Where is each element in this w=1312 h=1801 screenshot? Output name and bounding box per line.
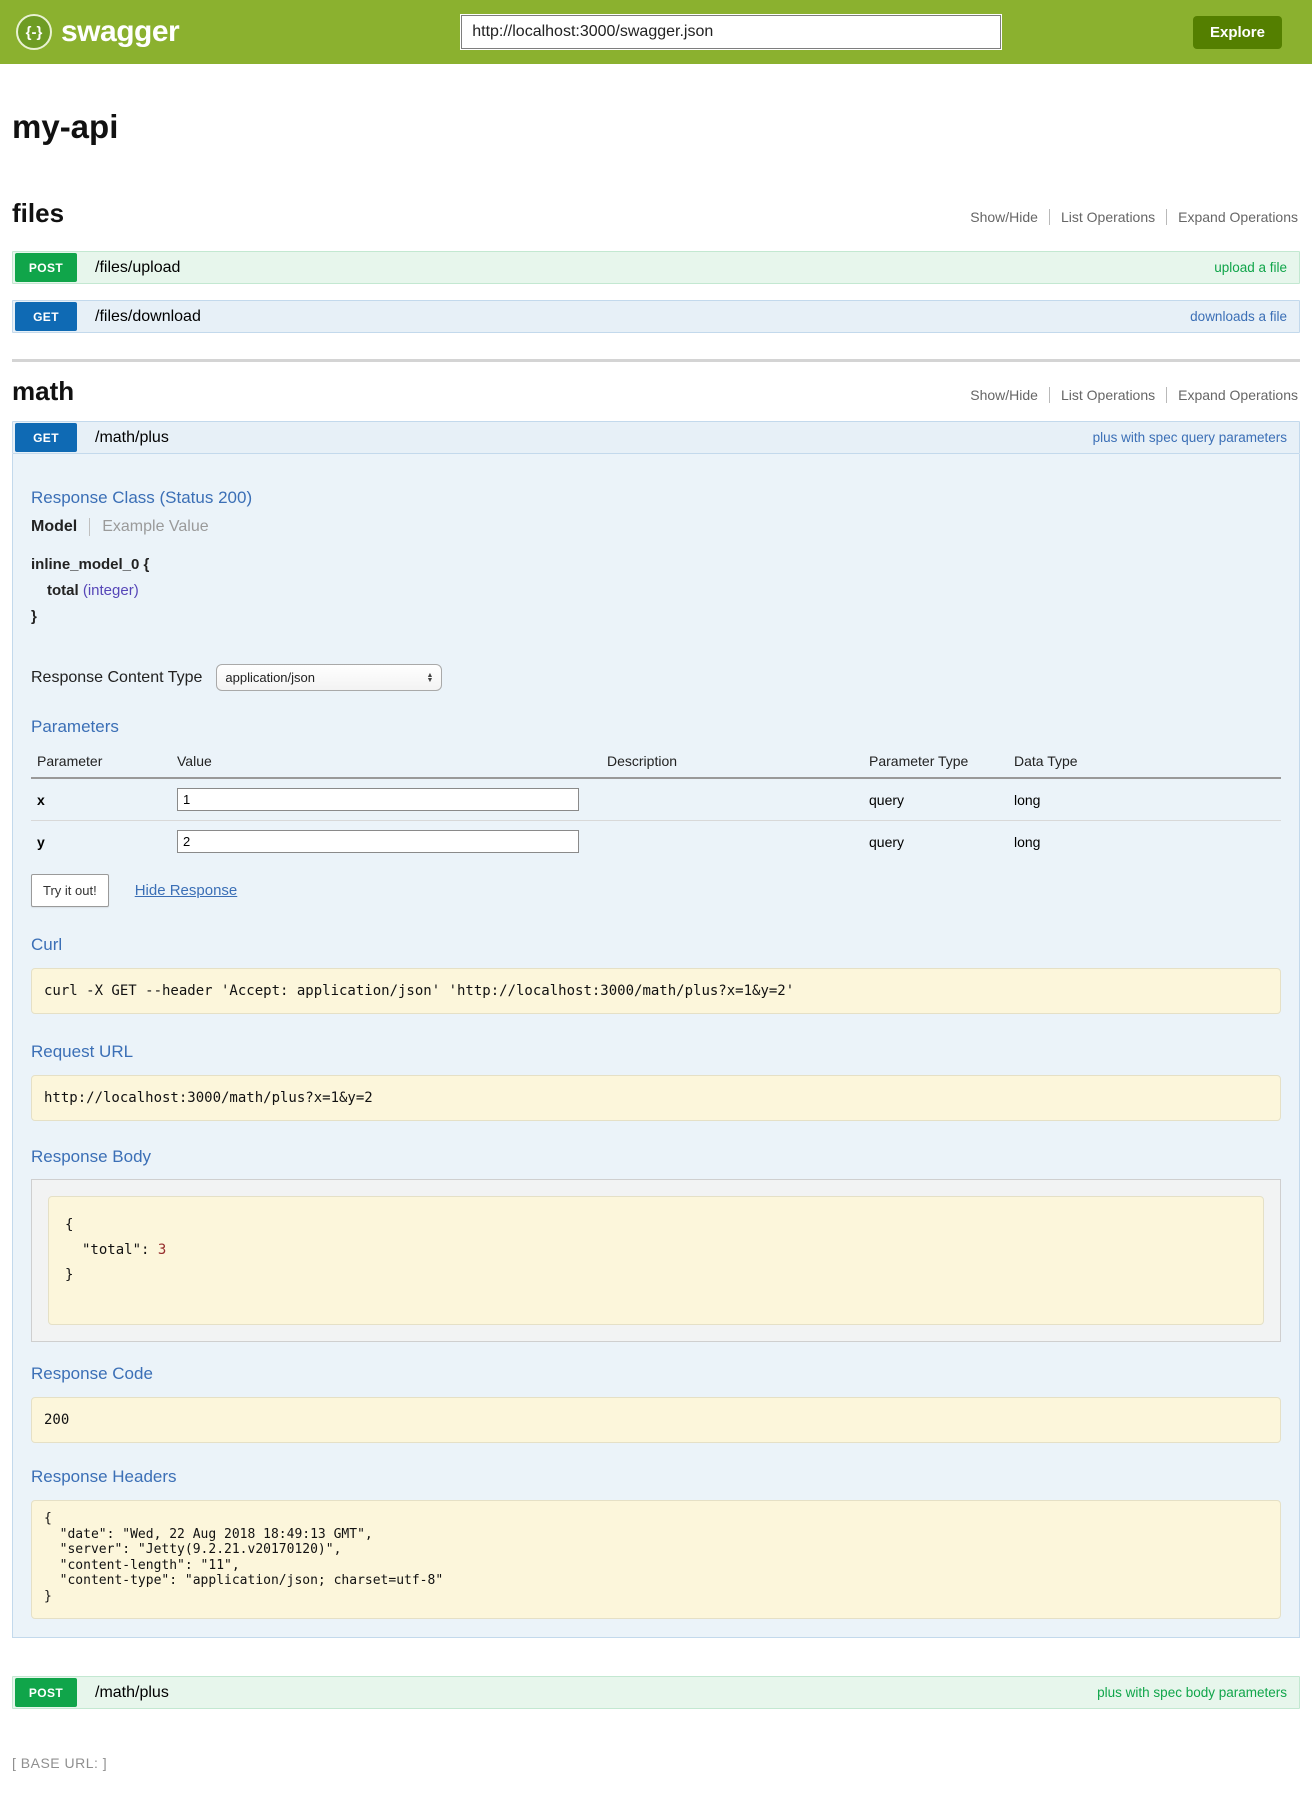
files-section-header: files Show/Hide List Operations Expand O… (12, 198, 1300, 229)
hide-response-link[interactable]: Hide Response (135, 882, 238, 899)
response-code-title: Response Code (31, 1364, 1281, 1384)
show-hide-link[interactable]: Show/Hide (959, 387, 1049, 403)
model-tabs: Model Example Value (31, 518, 1281, 536)
endpoint-row-files-download[interactable]: GET /files/download downloads a file (12, 300, 1300, 333)
model-property-type: (integer) (83, 582, 139, 599)
curl-command: curl -X GET --header 'Accept: applicatio… (31, 968, 1281, 1014)
table-row-param-x: x query long (31, 778, 1281, 821)
expand-operations-link[interactable]: Expand Operations (1166, 387, 1300, 403)
response-code-value: 200 (31, 1397, 1281, 1443)
param-data-type: long (1008, 821, 1281, 863)
endpoint-path[interactable]: /math/plus (95, 1684, 169, 1702)
parameters-table-header-row: Parameter Value Description Parameter Ty… (31, 745, 1281, 778)
curl-title: Curl (31, 935, 1281, 955)
operation-content: Response Class (Status 200) Model Exampl… (12, 454, 1300, 1638)
list-operations-link[interactable]: List Operations (1049, 209, 1166, 225)
param-name: y (31, 821, 171, 863)
param-description (601, 821, 863, 863)
select-stepper-icon: ▲▼ (426, 673, 433, 683)
model-property: total (integer) (31, 578, 1281, 604)
json-close-brace: } (65, 1267, 73, 1283)
json-open-brace: { (65, 1217, 73, 1233)
endpoint-row-files-upload[interactable]: POST /files/upload upload a file (12, 251, 1300, 284)
request-url-title: Request URL (31, 1042, 1281, 1062)
expand-operations-link[interactable]: Expand Operations (1166, 209, 1300, 225)
swagger-logo[interactable]: {-} swagger (16, 14, 179, 50)
col-header-parameter-type: Parameter Type (863, 745, 1008, 778)
try-row: Try it out! Hide Response (31, 874, 1281, 907)
param-type: query (863, 821, 1008, 863)
files-section-links: Show/Hide List Operations Expand Operati… (959, 209, 1300, 225)
json-key: "total" (82, 1242, 141, 1258)
method-badge-post: POST (15, 1678, 77, 1707)
param-type: query (863, 778, 1008, 821)
response-content-type-label: Response Content Type (31, 669, 202, 687)
col-header-value: Value (171, 745, 601, 778)
col-header-description: Description (601, 745, 863, 778)
try-it-out-button[interactable]: Try it out! (31, 874, 109, 907)
tab-example-value[interactable]: Example Value (89, 518, 208, 536)
operation-get-math-plus: GET /math/plus plus with spec query para… (12, 421, 1300, 1638)
response-headers-title: Response Headers (31, 1467, 1281, 1487)
model-close-brace: } (31, 604, 1281, 630)
model-property-name: total (47, 582, 79, 599)
endpoint-summary-link[interactable]: upload a file (1214, 260, 1287, 275)
section-title-files[interactable]: files (12, 198, 64, 229)
json-line: "total": 3 (65, 1242, 166, 1258)
col-header-parameter: Parameter (31, 745, 171, 778)
page-title: my-api (12, 108, 1300, 146)
model-name: inline_model_0 { (31, 552, 1281, 578)
endpoint-summary-link[interactable]: plus with spec body parameters (1097, 1685, 1287, 1700)
swagger-logo-icon: {-} (16, 14, 52, 50)
explore-button[interactable]: Explore (1193, 16, 1282, 49)
math-section-header: math Show/Hide List Operations Expand Op… (12, 376, 1300, 407)
response-content-type-row: Response Content Type application/json ▲… (31, 664, 1281, 691)
param-description (601, 778, 863, 821)
endpoint-row-math-plus-get[interactable]: GET /math/plus plus with spec query para… (12, 421, 1300, 454)
top-header-bar: {-} swagger Explore (0, 0, 1312, 64)
endpoint-summary-link[interactable]: plus with spec query parameters (1093, 430, 1287, 445)
param-name: x (31, 778, 171, 821)
method-badge-get: GET (15, 302, 77, 331)
show-hide-link[interactable]: Show/Hide (959, 209, 1049, 225)
method-badge-post: POST (15, 253, 77, 282)
list-operations-link[interactable]: List Operations (1049, 387, 1166, 403)
method-badge-get: GET (15, 423, 77, 452)
section-divider (12, 359, 1300, 362)
response-headers-value: { "date": "Wed, 22 Aug 2018 18:49:13 GMT… (31, 1500, 1281, 1619)
tab-model[interactable]: Model (31, 518, 77, 536)
parameters-table: Parameter Value Description Parameter Ty… (31, 745, 1281, 862)
response-class-title: Response Class (Status 200) (31, 488, 1281, 508)
response-content-type-value: application/json (225, 670, 315, 685)
json-separator: : (141, 1242, 158, 1258)
endpoint-summary-link[interactable]: downloads a file (1190, 309, 1287, 324)
brand-title: swagger (61, 15, 179, 49)
table-row-param-y: y query long (31, 821, 1281, 863)
base-url-label: [ BASE URL: ] (12, 1755, 1312, 1771)
param-x-input[interactable] (177, 788, 579, 811)
json-value: 3 (158, 1242, 166, 1258)
endpoint-row-math-plus-post[interactable]: POST /math/plus plus with spec body para… (12, 1676, 1300, 1709)
param-y-input[interactable] (177, 830, 579, 853)
section-title-math[interactable]: math (12, 376, 74, 407)
endpoint-path[interactable]: /files/download (95, 308, 201, 326)
endpoint-path[interactable]: /files/upload (95, 259, 180, 277)
endpoint-path[interactable]: /math/plus (95, 429, 169, 447)
parameters-title: Parameters (31, 717, 1281, 737)
spec-url-input[interactable] (461, 15, 1001, 49)
response-body-container: { "total": 3 } (31, 1179, 1281, 1342)
param-data-type: long (1008, 778, 1281, 821)
request-url-value: http://localhost:3000/math/plus?x=1&y=2 (31, 1075, 1281, 1121)
response-body-title: Response Body (31, 1147, 1281, 1167)
response-content-type-select[interactable]: application/json ▲▼ (216, 664, 442, 691)
math-section-links: Show/Hide List Operations Expand Operati… (959, 387, 1300, 403)
col-header-data-type: Data Type (1008, 745, 1281, 778)
model-signature: inline_model_0 { total (integer) } (31, 552, 1281, 630)
response-body-value: { "total": 3 } (48, 1196, 1264, 1325)
